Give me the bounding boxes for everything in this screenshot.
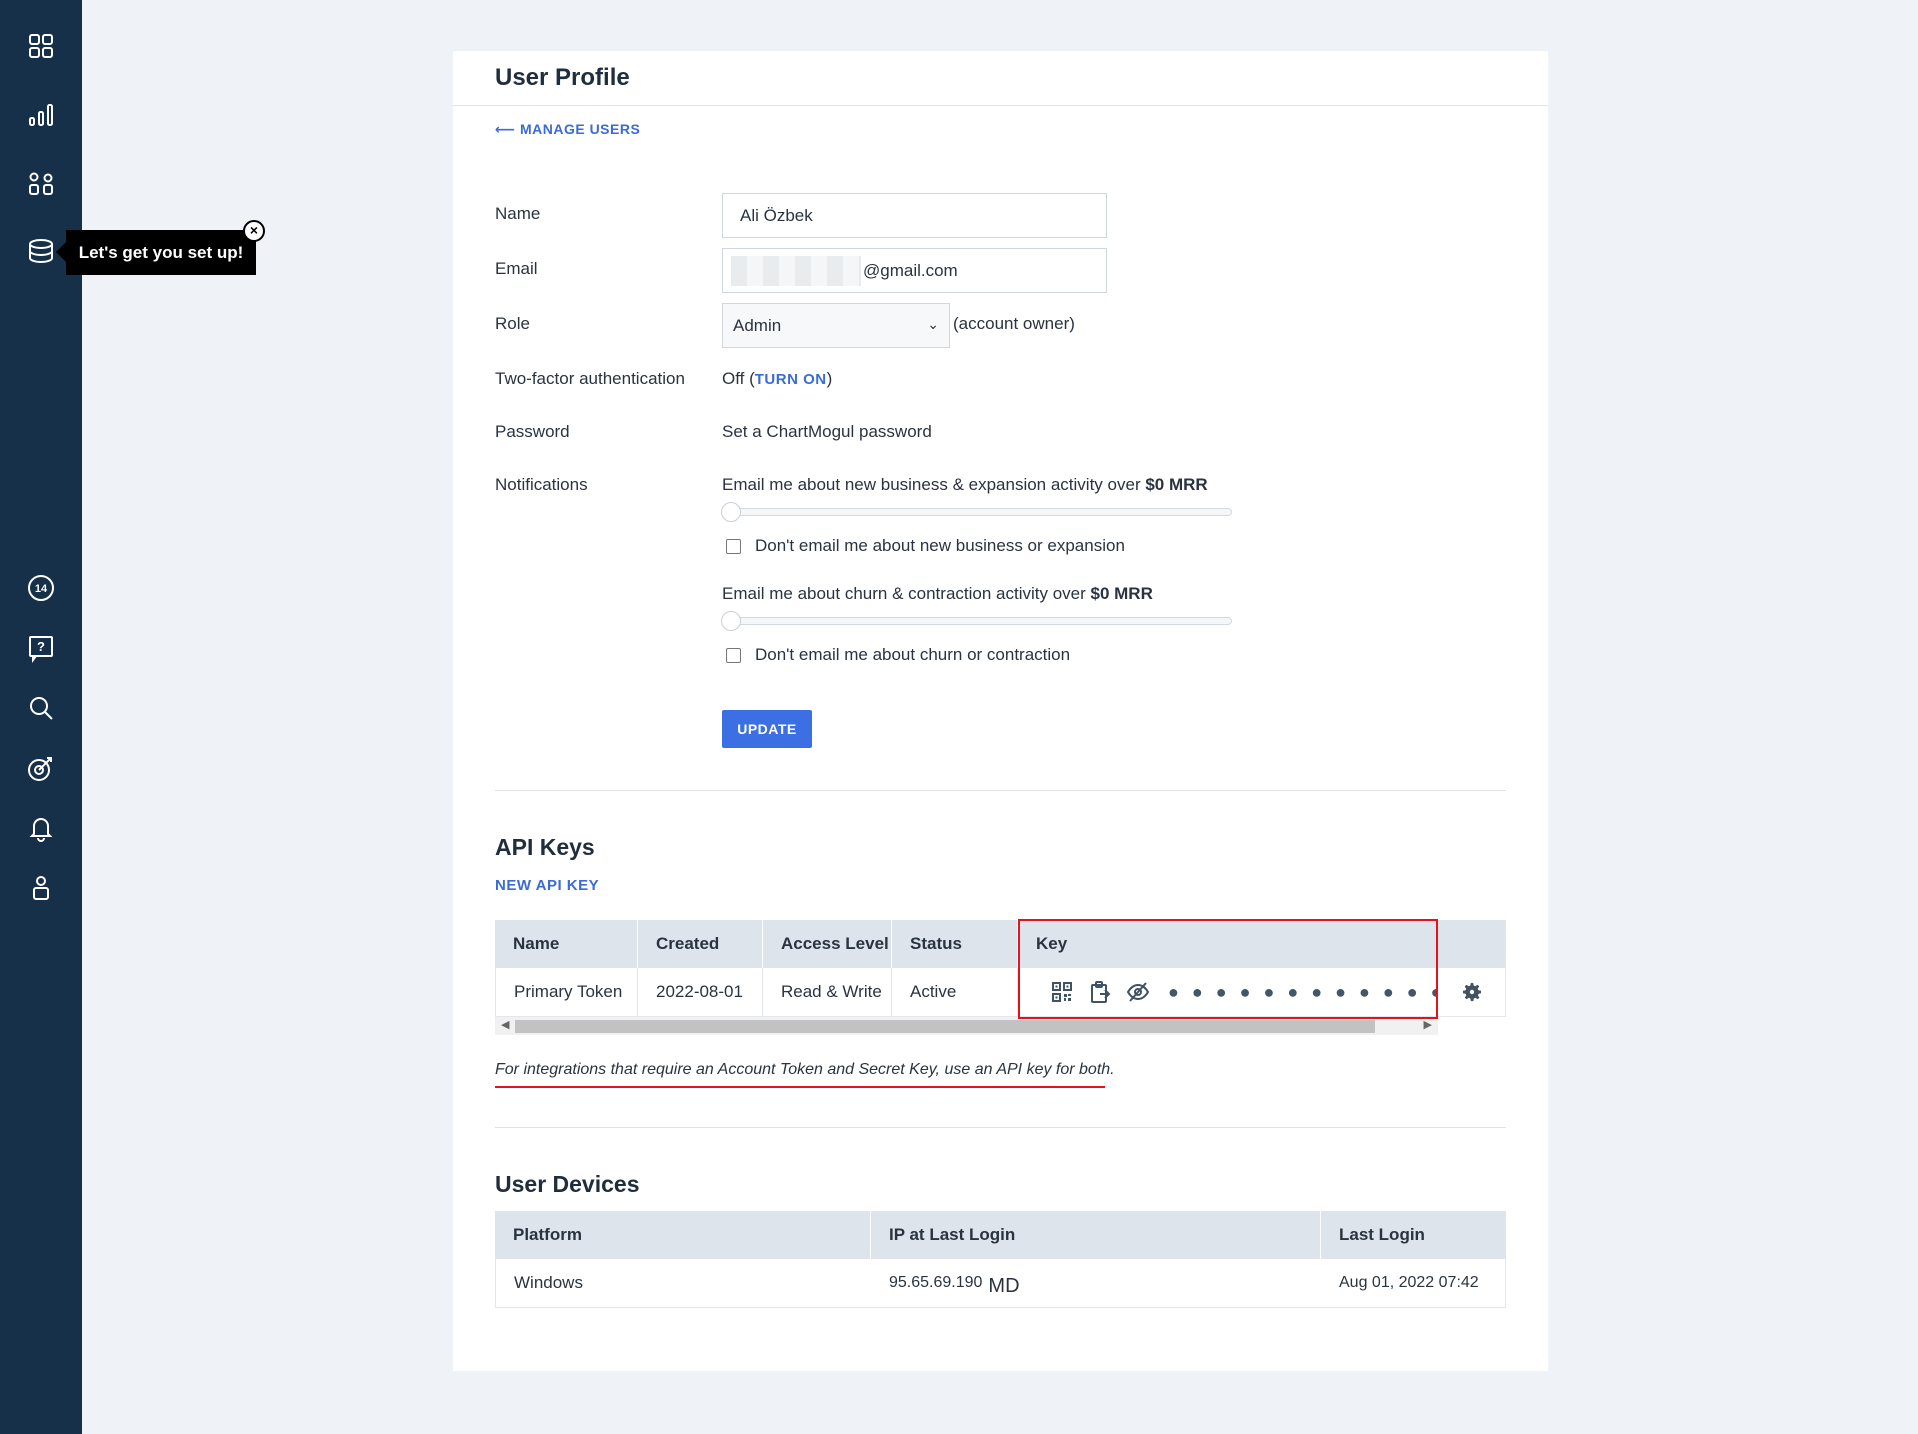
device-ip-cell: 95.65.69.190 MD [871, 1259, 1321, 1308]
api-key-settings-cell [1438, 968, 1506, 1017]
churn-checkbox-label: Don't email me about churn or contractio… [755, 645, 1071, 664]
col-key[interactable]: Key [1018, 920, 1506, 968]
col-ip[interactable]: IP at Last Login [871, 1211, 1321, 1259]
slider-knob[interactable] [721, 502, 741, 522]
new-business-slider[interactable] [721, 502, 1232, 522]
scroll-left-arrow-icon[interactable]: ◀ [501, 1018, 509, 1031]
api-keys-title: API Keys [495, 834, 595, 860]
setup-tooltip[interactable]: Let's get you set up! [56, 230, 256, 275]
goals-target-icon[interactable] [0, 743, 82, 793]
col-access-level[interactable]: Access Level [763, 920, 892, 968]
churn-slider[interactable] [721, 611, 1232, 631]
turn-on-2fa-link[interactable]: TURN ON [755, 371, 827, 388]
role-select[interactable]: Admin ⌄ [722, 303, 950, 348]
sidebar: 14 ? [0, 0, 82, 1434]
notif-new-text: Email me about new business & expansion … [722, 475, 1208, 495]
user-devices-title: User Devices [495, 1171, 640, 1197]
svg-text:14: 14 [35, 583, 48, 595]
scroll-right-arrow-icon[interactable]: ▶ [1424, 1018, 1432, 1031]
api-key-status: Active [892, 968, 1018, 1017]
col-platform[interactable]: Platform [495, 1211, 871, 1259]
bar-chart-icon[interactable] [0, 90, 82, 140]
key-actions [1050, 980, 1150, 1004]
user-profile-icon[interactable] [0, 863, 82, 913]
segments-icon[interactable] [0, 159, 82, 209]
email-label: Email [495, 259, 538, 278]
qr-code-icon[interactable] [1050, 980, 1074, 1004]
divider [495, 1127, 1506, 1128]
set-password-link[interactable]: Set a ChartMogul password [722, 422, 932, 442]
card-header: User Profile [453, 51, 1548, 106]
notif-churn-desc: Email me about churn & contraction activ… [722, 584, 1091, 603]
notif-new-desc: Email me about new business & expansion … [722, 475, 1146, 494]
password-label: Password [495, 422, 570, 441]
dashboard-grid-icon[interactable] [0, 21, 82, 71]
slider-knob[interactable] [721, 611, 741, 631]
tooltip-close-icon[interactable]: × [243, 220, 265, 242]
api-key-note: For integrations that require an Account… [495, 1061, 1115, 1078]
device-ip: 95.65.69.190 [889, 1274, 983, 1291]
email-redacted [731, 255, 861, 286]
device-country-code: MD [988, 1274, 1020, 1297]
notif-churn-amount: $0 MRR [1090, 584, 1153, 603]
api-key-value-cell: ● ● ● ● ● ● ● ● ● ● ● ● ● ● ● ● ● [1018, 968, 1438, 1017]
update-button[interactable]: UPDATE [722, 710, 812, 748]
note-highlight-underline [495, 1086, 1105, 1088]
notif-new-amount: $0 MRR [1145, 475, 1208, 494]
new-business-optout: Don't email me about new business or exp… [726, 536, 1125, 556]
hide-eye-icon[interactable] [1126, 980, 1150, 1004]
role-value: Admin [733, 315, 782, 335]
role-label: Role [495, 314, 530, 333]
churn-checkbox[interactable] [726, 647, 741, 663]
new-business-checkbox[interactable] [726, 538, 741, 554]
col-status[interactable]: Status [892, 920, 1018, 968]
email-field[interactable]: @gmail.com [722, 248, 1107, 293]
help-icon[interactable]: ? [0, 623, 82, 673]
twofa-status: Off (TURN ON) [722, 369, 832, 389]
role-note: (account owner) [953, 314, 1075, 333]
api-key-created: 2022-08-01 [638, 968, 763, 1017]
device-last-login: Aug 01, 2022 07:42 [1321, 1259, 1506, 1308]
name-label: Name [495, 204, 541, 223]
api-key-name: Primary Token [495, 968, 638, 1017]
bell-icon[interactable] [0, 803, 82, 853]
copy-clipboard-icon[interactable] [1088, 980, 1112, 1004]
name-field[interactable]: Ali Özbek [722, 193, 1107, 238]
scrollbar-thumb[interactable] [515, 1020, 1375, 1033]
page-title: User Profile [495, 64, 630, 91]
svg-text:?: ? [37, 639, 45, 654]
divider [495, 790, 1506, 791]
search-icon[interactable] [0, 683, 82, 733]
col-last-login[interactable]: Last Login [1321, 1211, 1506, 1259]
setup-tooltip-text: Let's get you set up! [78, 242, 244, 262]
notification-count-icon[interactable]: 14 [0, 563, 82, 613]
col-name[interactable]: Name [495, 920, 638, 968]
device-platform: Windows [495, 1259, 871, 1308]
col-created[interactable]: Created [638, 920, 763, 968]
notif-churn-text: Email me about churn & contraction activ… [722, 584, 1153, 604]
table-horizontal-scrollbar[interactable]: ◀ ▶ [495, 1017, 1438, 1035]
twofa-status-text: Off ( [722, 369, 755, 388]
new-business-checkbox-label: Don't email me about new business or exp… [755, 536, 1125, 555]
new-api-key-link[interactable]: NEW API KEY [495, 877, 599, 894]
manage-users-link[interactable]: ⟵ MANAGE USERS [495, 121, 640, 138]
profile-card: User Profile ⟵ MANAGE USERS Name Ali Özb… [453, 51, 1548, 1371]
gear-icon[interactable] [1460, 980, 1484, 1004]
twofa-label: Two-factor authentication [495, 369, 685, 388]
name-value: Ali Özbek [740, 205, 813, 225]
api-key-masked: ● ● ● ● ● ● ● ● ● ● ● ● ● ● ● ● ● [1168, 981, 1438, 1002]
twofa-close-paren: ) [826, 369, 833, 388]
api-key-access: Read & Write [763, 968, 892, 1017]
chevron-down-icon: ⌄ [927, 316, 939, 332]
churn-optout: Don't email me about churn or contractio… [726, 645, 1070, 665]
notifications-label: Notifications [495, 475, 588, 494]
email-value: @gmail.com [863, 260, 958, 280]
